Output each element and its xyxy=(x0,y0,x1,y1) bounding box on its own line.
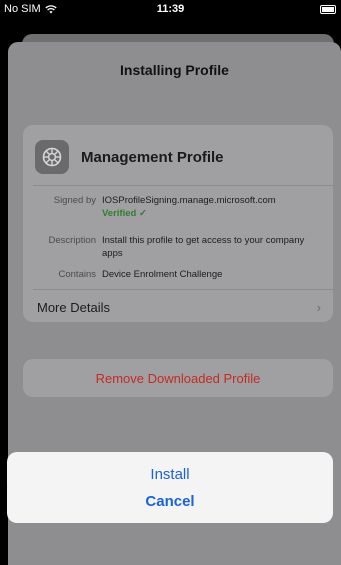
description-label: Description xyxy=(48,235,96,246)
battery-icon xyxy=(320,5,336,14)
description-row: Description Install this profile to get … xyxy=(23,234,325,260)
description-value: Install this profile to get access to yo… xyxy=(102,235,305,259)
more-details-label: More Details xyxy=(37,299,110,315)
status-time: 11:39 xyxy=(156,3,185,15)
verified-badge: Verified ✓ xyxy=(102,208,147,219)
profile-name: Management Profile xyxy=(81,148,224,166)
profile-card: Management Profile Signed by IOSProfileS… xyxy=(23,125,333,322)
status-bar: No SIM 11:39 xyxy=(0,0,341,22)
chevron-right-icon: › xyxy=(316,299,321,315)
divider xyxy=(33,289,333,290)
contains-value: Device Enrolment Challenge xyxy=(102,269,223,280)
sheet-title: Installing Profile xyxy=(120,62,229,78)
signed-by-label: Signed by xyxy=(53,195,96,206)
signed-by-value: IOSProfileSigning.manage.microsoft.com xyxy=(102,195,276,206)
remove-downloaded-profile-button[interactable]: Remove Downloaded Profile xyxy=(23,359,333,397)
more-details-row[interactable]: More Details › xyxy=(37,296,321,318)
signed-by-value-group: IOSProfileSigning.manage.microsoft.com V… xyxy=(102,194,276,220)
settings-gear-icon xyxy=(35,140,69,174)
cancel-button[interactable]: Cancel xyxy=(7,479,333,523)
contains-row: Contains Device Enrolment Challenge xyxy=(23,268,325,281)
divider xyxy=(33,185,333,186)
signed-by-row: Signed by IOSProfileSigning.manage.micro… xyxy=(23,194,325,220)
profile-header: Management Profile xyxy=(35,139,323,175)
contains-label: Contains xyxy=(58,269,97,280)
